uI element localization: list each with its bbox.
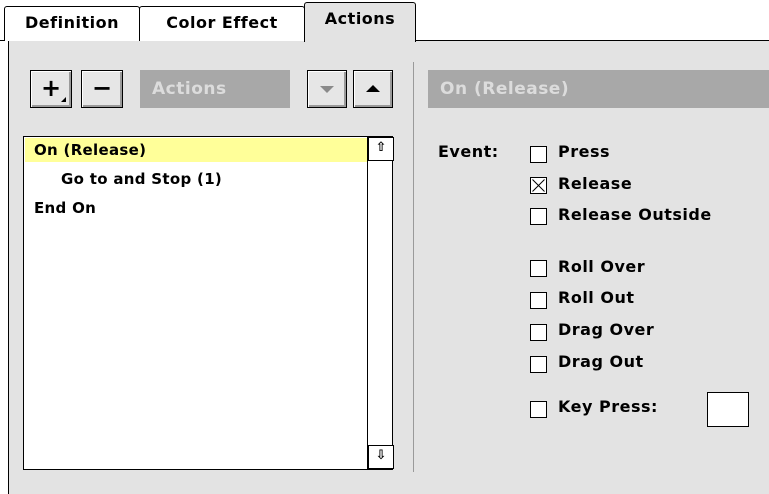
release-label: Release — [558, 174, 633, 193]
press-label: Press — [558, 142, 611, 161]
detail-header: On (Release) — [428, 70, 769, 108]
release-outside-checkbox[interactable] — [530, 208, 547, 225]
roll-over-label: Roll Over — [558, 257, 646, 276]
script-line[interactable]: End On — [25, 196, 96, 220]
roll-out-checkbox[interactable] — [530, 292, 547, 309]
tab-color-effect[interactable]: Color Effect — [139, 6, 305, 41]
drag-over-label: Drag Over — [558, 320, 655, 339]
key-press-checkbox[interactable] — [530, 401, 547, 418]
scroll-down-arrow-icon[interactable]: ⇩ — [368, 445, 394, 469]
remove-action-button[interactable]: − — [81, 70, 123, 108]
drag-out-label: Drag Out — [558, 352, 644, 371]
triangle-up-icon — [366, 85, 380, 92]
script-line[interactable]: On (Release) — [25, 138, 377, 162]
script-scrollbar[interactable]: ⇧ ⇩ — [367, 136, 394, 470]
roll-over-checkbox[interactable] — [530, 260, 547, 277]
move-down-button[interactable] — [307, 70, 347, 108]
minus-icon: − — [91, 74, 113, 102]
press-checkbox[interactable] — [530, 146, 547, 163]
popup-corner-icon — [61, 97, 66, 102]
add-action-button[interactable]: + — [30, 70, 72, 108]
triangle-down-icon — [320, 86, 334, 93]
release-checkbox[interactable] — [530, 177, 547, 194]
tab-actions[interactable]: Actions — [304, 2, 416, 42]
actions-menu-field[interactable]: Actions — [140, 70, 290, 108]
key-press-label: Key Press: — [558, 397, 658, 416]
move-up-button[interactable] — [353, 70, 393, 108]
release-outside-label: Release Outside — [558, 205, 712, 224]
tab-definition[interactable]: Definition — [4, 6, 140, 41]
key-press-input[interactable] — [707, 392, 749, 427]
drag-out-checkbox[interactable] — [530, 356, 547, 373]
scroll-up-arrow-icon[interactable]: ⇧ — [368, 137, 394, 161]
script-list[interactable]: On (Release) Go to and Stop (1) End On — [23, 136, 393, 470]
event-label: Event: — [438, 142, 499, 161]
drag-over-checkbox[interactable] — [530, 324, 547, 341]
roll-out-label: Roll Out — [558, 288, 635, 307]
panel-divider — [413, 62, 414, 472]
script-line[interactable]: Go to and Stop (1) — [25, 167, 222, 191]
